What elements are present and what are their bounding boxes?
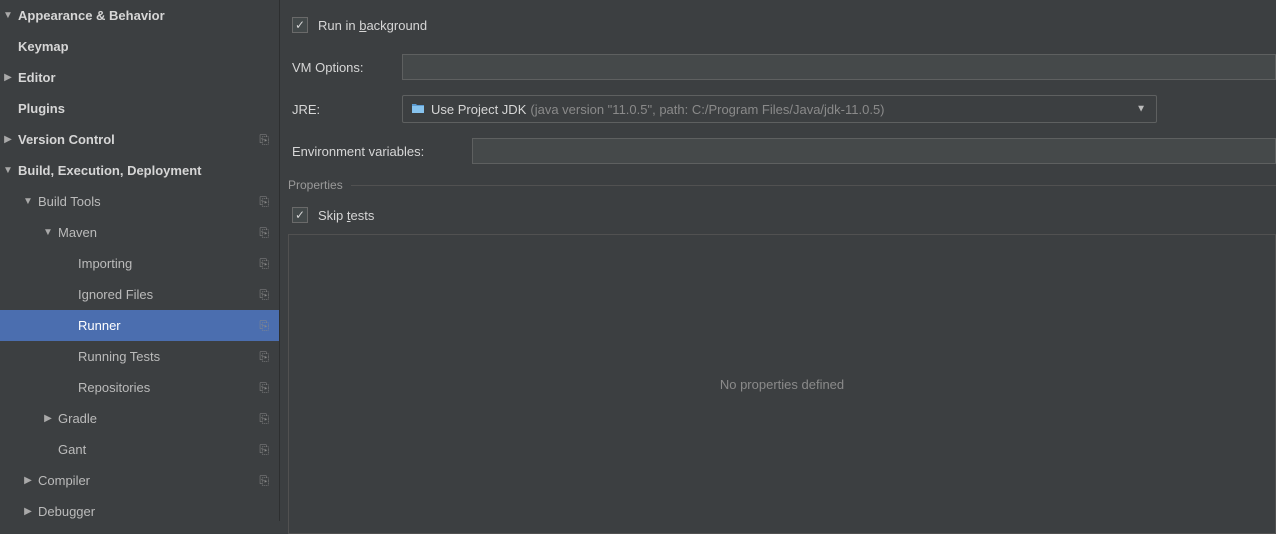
tree-item-debugger[interactable]: ▶Debugger <box>0 496 279 521</box>
copy-icon: ⎘ <box>259 442 269 457</box>
tree-item-build-tools[interactable]: ▼Build Tools ⎘ <box>0 186 279 217</box>
tree-item-importing[interactable]: Importing ⎘ <box>0 248 279 279</box>
tree-item-compiler[interactable]: ▶Compiler ⎘ <box>0 465 279 496</box>
run-in-background-label: Run in background <box>318 18 427 33</box>
copy-icon: ⎘ <box>259 256 269 271</box>
chevron-right-icon: ▶ <box>40 413 56 424</box>
tree-item-keymap[interactable]: Keymap <box>0 31 279 62</box>
copy-icon: ⎘ <box>259 194 269 209</box>
tree-item-version-control[interactable]: ▶Version Control ⎘ <box>0 124 279 155</box>
copy-icon: ⎘ <box>259 349 269 364</box>
jre-value: Use Project JDK <box>431 102 526 117</box>
properties-table[interactable]: No properties defined <box>288 234 1276 534</box>
skip-tests-checkbox[interactable] <box>292 207 308 223</box>
copy-icon: ⎘ <box>259 318 269 333</box>
jre-label: JRE: <box>292 102 392 117</box>
tree-item-maven[interactable]: ▼Maven ⎘ <box>0 217 279 248</box>
tree-item-label: Running Tests <box>78 349 160 364</box>
tree-item-plugins[interactable]: Plugins <box>0 93 279 124</box>
tree-item-gant[interactable]: Gant ⎘ <box>0 434 279 465</box>
tree-item-running-tests[interactable]: Running Tests ⎘ <box>0 341 279 372</box>
env-vars-input[interactable] <box>472 138 1276 164</box>
chevron-down-icon: ▼ <box>0 165 16 176</box>
tree-item-repositories[interactable]: Repositories ⎘ <box>0 372 279 403</box>
copy-icon: ⎘ <box>259 132 269 147</box>
tree-item-build-execution-deployment[interactable]: ▼Build, Execution, Deployment <box>0 155 279 186</box>
tree-item-label: Maven <box>58 225 97 240</box>
env-vars-label: Environment variables: <box>292 144 462 159</box>
tree-item-label: Gant <box>58 442 86 457</box>
chevron-down-icon: ▼ <box>0 10 16 21</box>
tree-item-appearance-behavior[interactable]: ▼Appearance & Behavior <box>0 0 279 31</box>
copy-icon: ⎘ <box>259 225 269 240</box>
chevron-right-icon: ▶ <box>0 134 16 145</box>
tree-item-label: Debugger <box>38 504 95 519</box>
chevron-down-icon: ▼ <box>20 196 36 207</box>
chevron-right-icon: ▶ <box>20 506 36 517</box>
tree-item-label: Runner <box>78 318 121 333</box>
tree-item-gradle[interactable]: ▶Gradle ⎘ <box>0 403 279 434</box>
copy-icon: ⎘ <box>259 380 269 395</box>
tree-item-label: Repositories <box>78 380 150 395</box>
settings-tree: ▼Appearance & BehaviorKeymap▶EditorPlugi… <box>0 0 280 521</box>
copy-icon: ⎘ <box>259 473 269 488</box>
tree-item-label: Keymap <box>18 39 69 54</box>
tree-item-runner[interactable]: Runner ⎘ <box>0 310 279 341</box>
jre-hint: (java version "11.0.5", path: C:/Program… <box>530 102 884 117</box>
tree-item-editor[interactable]: ▶Editor <box>0 62 279 93</box>
properties-section-header: Properties <box>288 178 1276 192</box>
tree-item-label: Build Tools <box>38 194 101 209</box>
tree-item-label: Plugins <box>18 101 65 116</box>
tree-item-label: Gradle <box>58 411 97 426</box>
chevron-down-icon: ▼ <box>40 227 56 238</box>
tree-item-ignored-files[interactable]: Ignored Files ⎘ <box>0 279 279 310</box>
vm-options-label: VM Options: <box>292 60 392 75</box>
settings-content: Run in background VM Options: JRE: Use P… <box>280 0 1276 521</box>
chevron-down-icon: ▼ <box>1136 104 1146 115</box>
tree-item-label: Compiler <box>38 473 90 488</box>
tree-item-label: Importing <box>78 256 132 271</box>
copy-icon: ⎘ <box>259 287 269 302</box>
chevron-right-icon: ▶ <box>0 72 16 83</box>
tree-item-label: Ignored Files <box>78 287 153 302</box>
tree-item-label: Build, Execution, Deployment <box>18 163 201 178</box>
folder-icon <box>411 101 425 117</box>
copy-icon: ⎘ <box>259 411 269 426</box>
skip-tests-label: Skip tests <box>318 208 374 223</box>
chevron-right-icon: ▶ <box>20 475 36 486</box>
jre-dropdown[interactable]: Use Project JDK (java version "11.0.5", … <box>402 95 1157 123</box>
run-in-background-checkbox[interactable] <box>292 17 308 33</box>
tree-item-label: Version Control <box>18 132 115 147</box>
tree-item-label: Appearance & Behavior <box>18 8 165 23</box>
vm-options-input[interactable] <box>402 54 1276 80</box>
tree-item-label: Editor <box>18 70 56 85</box>
properties-empty-text: No properties defined <box>720 377 844 392</box>
